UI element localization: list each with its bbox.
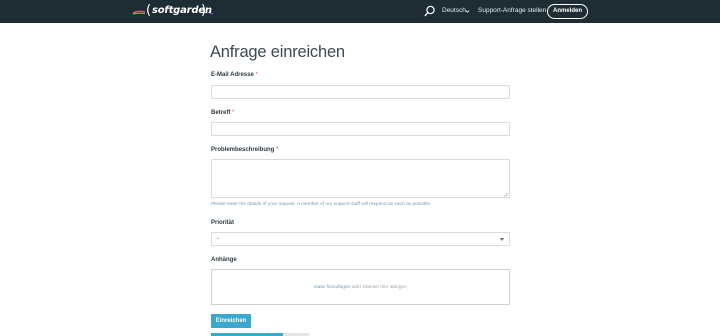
search-icon[interactable]	[424, 5, 436, 17]
login-button[interactable]: Anmelden	[547, 4, 588, 19]
dropzone-text: oder Dateien hier ablegen	[351, 285, 407, 290]
email-label-text: E-Mail Adresse	[211, 72, 254, 78]
logo-paren-right: )	[201, 3, 207, 18]
description-textarea[interactable]	[211, 159, 510, 198]
softgarden-logo[interactable]: ( softgarden )	[131, 2, 215, 20]
attachments-label: Anhänge	[211, 257, 237, 263]
description-hint: Please enter the details of your request…	[211, 202, 432, 207]
priority-label: Priorität	[211, 220, 235, 226]
attachment-dropzone[interactable]: Datei hinzufügen oder Dateien hier ableg…	[211, 269, 510, 305]
language-selector[interactable]: Deutsch	[442, 7, 466, 14]
required-marker: *	[255, 72, 258, 78]
priority-select[interactable]: -	[211, 232, 510, 246]
resize-handle-icon[interactable]	[503, 192, 508, 197]
required-marker: *	[276, 147, 279, 153]
subject-label-text: Betreff	[211, 110, 231, 116]
description-label-text: Problembeschreibung	[211, 147, 275, 153]
required-marker: *	[232, 110, 235, 116]
support-request-link[interactable]: Support-Anfrage stellen	[478, 7, 546, 14]
subject-field[interactable]	[211, 122, 510, 136]
select-arrow-icon	[500, 238, 504, 241]
email-label: E-Mail Adresse *	[211, 72, 258, 78]
page-title: Anfrage einreichen	[210, 43, 345, 61]
priority-selected-value: -	[217, 236, 219, 242]
logo-paren-left: (	[146, 3, 152, 18]
chevron-down-icon[interactable]	[465, 9, 470, 14]
subject-label: Betreff *	[211, 110, 234, 116]
dropzone-instructions: Datei hinzufügen oder Dateien hier ableg…	[212, 285, 509, 290]
description-label: Problembeschreibung *	[211, 147, 278, 153]
email-field[interactable]	[211, 85, 510, 99]
add-file-link[interactable]: Datei hinzufügen	[314, 285, 350, 290]
submit-button[interactable]: Einreichen	[211, 314, 251, 328]
top-navigation-bar: ( softgarden ) Deutsch Support-Anfrage s…	[0, 0, 720, 23]
